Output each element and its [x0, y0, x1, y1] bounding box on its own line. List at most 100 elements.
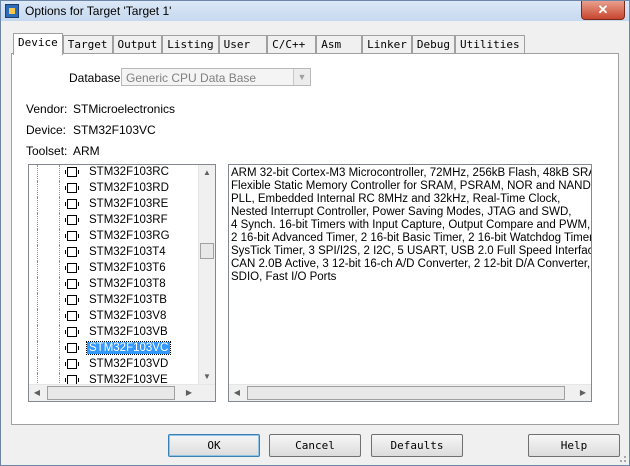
chip-icon	[65, 263, 79, 273]
close-button[interactable]: ✕	[581, 1, 625, 20]
device-list-item[interactable]: STM32F103RF	[29, 213, 199, 229]
device-list-item-label: STM32F103VC	[85, 341, 172, 355]
window-title: Options for Target 'Target 1'	[25, 4, 172, 18]
database-value: Generic CPU Data Base	[126, 71, 257, 85]
tree-horizontal-scrollbar[interactable]: ◀ ▶	[29, 384, 215, 401]
options-dialog: Options for Target 'Target 1' ✕ Device T…	[0, 0, 630, 466]
device-list-item-label: STM32F103VB	[89, 326, 168, 338]
device-list-item[interactable]: STM32F103RC	[29, 165, 199, 181]
device-list-item[interactable]: STM32F103VC	[29, 341, 199, 357]
scroll-left-icon[interactable]: ◀	[29, 385, 45, 401]
vendor-label: Vendor:	[26, 102, 68, 116]
device-list-item[interactable]: STM32F103RD	[29, 181, 199, 197]
device-description[interactable]: ARM 32-bit Cortex-M3 Microcontroller, 72…	[228, 164, 592, 402]
tree-line	[37, 309, 57, 325]
tree-line	[37, 277, 57, 293]
chevron-down-icon: ▼	[293, 69, 310, 85]
device-list-item-label: STM32F103T6	[89, 262, 166, 274]
tree-line	[37, 197, 57, 213]
tab-c-cpp[interactable]: C/C++	[267, 35, 317, 54]
ok-button[interactable]: OK	[168, 434, 260, 457]
tab-target[interactable]: Target	[62, 35, 113, 54]
scroll-right-icon[interactable]: ▶	[181, 385, 197, 401]
device-list-item-label: STM32F103RG	[89, 230, 170, 242]
scroll-left-icon[interactable]: ◀	[229, 385, 245, 401]
device-list-item-label: STM32F103V8	[89, 310, 167, 322]
tree-vertical-scrollbar[interactable]: ▲ ▼	[198, 165, 215, 385]
device-list-item-label: STM32F103RC	[89, 166, 169, 178]
device-list-item[interactable]: STM32F103T8	[29, 277, 199, 293]
tree-line	[37, 245, 57, 261]
device-list-item[interactable]: STM32F103VB	[29, 325, 199, 341]
device-list-item[interactable]: STM32F103V8	[29, 309, 199, 325]
chip-icon	[65, 247, 79, 257]
database-select: Generic CPU Data Base ▼	[121, 68, 311, 86]
device-list-item-label: STM32F103TB	[89, 294, 167, 306]
tree-line	[37, 357, 57, 373]
tree-line	[37, 341, 57, 357]
database-label: Database:	[69, 71, 124, 85]
device-tree[interactable]: STM32F103RC STM32F103RD STM32F103RE STM32F1…	[28, 164, 216, 402]
title-bar[interactable]: Options for Target 'Target 1' ✕	[1, 1, 629, 21]
toolset-value: ARM	[73, 144, 100, 158]
tree-line	[37, 229, 57, 245]
tab-listing[interactable]: Listing	[162, 35, 219, 54]
tree-line	[37, 293, 57, 309]
device-list-item[interactable]: STM32F103T6	[29, 261, 199, 277]
tab-strip: Device Target Output Listing User C/C++ …	[13, 33, 525, 55]
device-list-item[interactable]: STM32F103RE	[29, 197, 199, 213]
tab-user[interactable]: User	[218, 35, 268, 54]
tab-device[interactable]: Device	[13, 33, 63, 55]
device-list-item[interactable]: STM32F103RG	[29, 229, 199, 245]
device-list-item-label: STM32F103VD	[89, 358, 169, 370]
tree-line	[37, 261, 57, 277]
app-icon	[5, 4, 19, 18]
chip-icon	[65, 215, 79, 225]
description-line: SDIO, Fast I/O Ports	[231, 271, 337, 283]
cancel-button[interactable]: Cancel	[269, 434, 361, 457]
description-horizontal-scrollbar[interactable]: ◀ ▶	[229, 384, 591, 401]
chip-icon	[65, 343, 79, 353]
defaults-button[interactable]: Defaults	[371, 434, 463, 457]
device-list-item-label: STM32F103RE	[89, 198, 169, 210]
description-line: ARM 32-bit Cortex-M3 Microcontroller, 72…	[231, 167, 592, 179]
tab-output[interactable]: Output	[112, 35, 163, 54]
tab-asm[interactable]: Asm	[316, 35, 363, 54]
description-line: PLL, Embedded Internal RC 8MHz and 32kHz…	[231, 193, 561, 205]
tree-line	[37, 165, 57, 181]
tree-line	[37, 213, 57, 229]
device-list-item[interactable]: STM32F103T4	[29, 245, 199, 261]
tab-debug[interactable]: Debug	[411, 35, 455, 54]
device-list-item[interactable]: STM32F103VD	[29, 357, 199, 373]
chip-icon	[65, 279, 79, 289]
chip-icon	[65, 199, 79, 209]
device-list-item-label: STM32F103T8	[89, 278, 166, 290]
description-line: SysTick Timer, 3 SPI/I2S, 2 I2C, 5 USART…	[231, 245, 592, 257]
device-value: STM32F103VC	[73, 123, 156, 137]
help-button[interactable]: Help	[528, 434, 620, 457]
device-list-item-label: STM32F103RD	[89, 182, 169, 194]
chip-icon	[65, 167, 79, 177]
description-line: 4 Synch. 16-bit Timers with Input Captur…	[231, 219, 591, 231]
tree-vertical-scroll-thumb[interactable]	[200, 243, 214, 259]
scroll-down-icon[interactable]: ▼	[199, 369, 215, 385]
description-line: 2 16-bit Advanced Timer, 2 16-bit Basic …	[231, 232, 592, 244]
chip-icon	[65, 359, 79, 369]
description-line: CAN 2.0B Active, 3 12-bit 16-ch A/D Conv…	[231, 258, 591, 270]
scroll-up-icon[interactable]: ▲	[199, 165, 215, 181]
tree-horizontal-scroll-thumb[interactable]	[47, 386, 175, 400]
vendor-value: STMicroelectronics	[73, 102, 176, 116]
device-list-item-label: STM32F103RF	[89, 214, 168, 226]
chip-icon	[65, 327, 79, 337]
resize-grip-icon[interactable]	[617, 453, 627, 463]
tab-utilities[interactable]: Utilities	[454, 35, 525, 54]
device-label: Device:	[26, 123, 67, 137]
description-horizontal-scroll-thumb[interactable]	[247, 386, 565, 400]
chip-icon	[65, 231, 79, 241]
device-list-item[interactable]: STM32F103TB	[29, 293, 199, 309]
tab-linker[interactable]: Linker	[362, 35, 412, 54]
description-line: Nested Interrupt Controller, Power Savin…	[231, 206, 572, 218]
scroll-right-icon[interactable]: ▶	[575, 385, 591, 401]
toolset-label: Toolset:	[26, 144, 68, 158]
device-list-item-label: STM32F103T4	[89, 246, 166, 258]
